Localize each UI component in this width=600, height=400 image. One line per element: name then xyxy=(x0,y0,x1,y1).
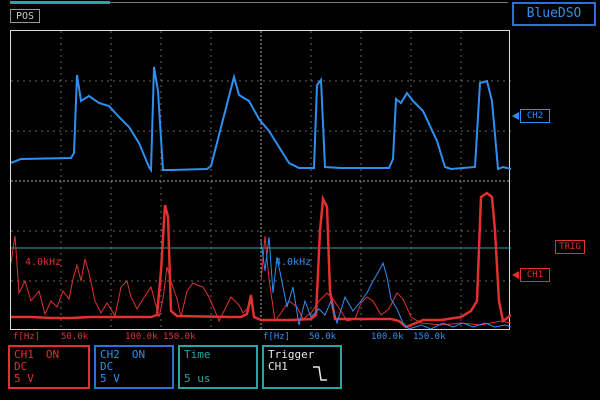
ch2-state: ON xyxy=(131,348,146,361)
trigger-settings-panel[interactable]: Trigger CH1 xyxy=(262,345,342,389)
top-progress xyxy=(10,1,110,4)
ch2-spectrum xyxy=(260,236,511,330)
ch1-spectrum-left xyxy=(11,235,262,323)
ch2-scale: 5 V xyxy=(100,372,120,385)
falling-edge-icon xyxy=(313,366,327,381)
freq-tick-150k-right: 150.0k xyxy=(413,332,446,342)
time-value: 5 us xyxy=(184,372,211,385)
freq-axis-left: f[Hz] 50.0k 100.0k 150.0k xyxy=(13,332,261,344)
ch1-settings-panel[interactable]: CH1 ON DC 5 V xyxy=(8,345,90,389)
ch2-marker-arrow xyxy=(512,112,519,120)
ch2-waveform xyxy=(11,66,511,174)
freq-tick-150k-left: 150.0k xyxy=(163,332,196,342)
freq-axis-unit-right: f[Hz] xyxy=(263,332,291,342)
freq-tick-50k-left: 50.0k xyxy=(61,332,89,342)
ch2-settings-panel[interactable]: CH2 ON DC 5 V xyxy=(94,345,174,389)
brand-logo[interactable]: BlueDSO xyxy=(512,2,596,26)
time-settings-panel[interactable]: Time 5 us xyxy=(178,345,258,389)
scope-display xyxy=(11,31,511,331)
pos-indicator: POS xyxy=(10,9,40,23)
trigger-marker[interactable]: TRIG xyxy=(555,240,585,254)
freq-axis-unit-left: f[Hz] xyxy=(13,332,41,342)
scope-screen: 4.0kHz 4.0kHz f[Hz] 50.0k 100.0k 150.0k … xyxy=(10,30,511,342)
grid xyxy=(11,31,511,331)
time-title: Time xyxy=(184,348,211,361)
ch1-state: ON xyxy=(45,348,60,361)
ch1-marker-arrow xyxy=(512,271,519,279)
freq-tick-100k-right: 100.0k xyxy=(371,332,404,342)
ch1-scale: 5 V xyxy=(14,372,34,385)
ch2-marker[interactable]: CH2 xyxy=(520,109,550,123)
ch1-marker[interactable]: CH1 xyxy=(520,268,550,282)
freq-axis-right: f[Hz] 50.0k 100.0k 150.0k xyxy=(263,332,511,344)
freq-tick-50k-right: 50.0k xyxy=(309,332,337,342)
freq-tick-100k-left: 100.0k xyxy=(125,332,158,342)
ch1-peak-label: 4.0kHz xyxy=(25,257,62,268)
ch2-peak-label: 4.0kHz xyxy=(275,257,312,268)
